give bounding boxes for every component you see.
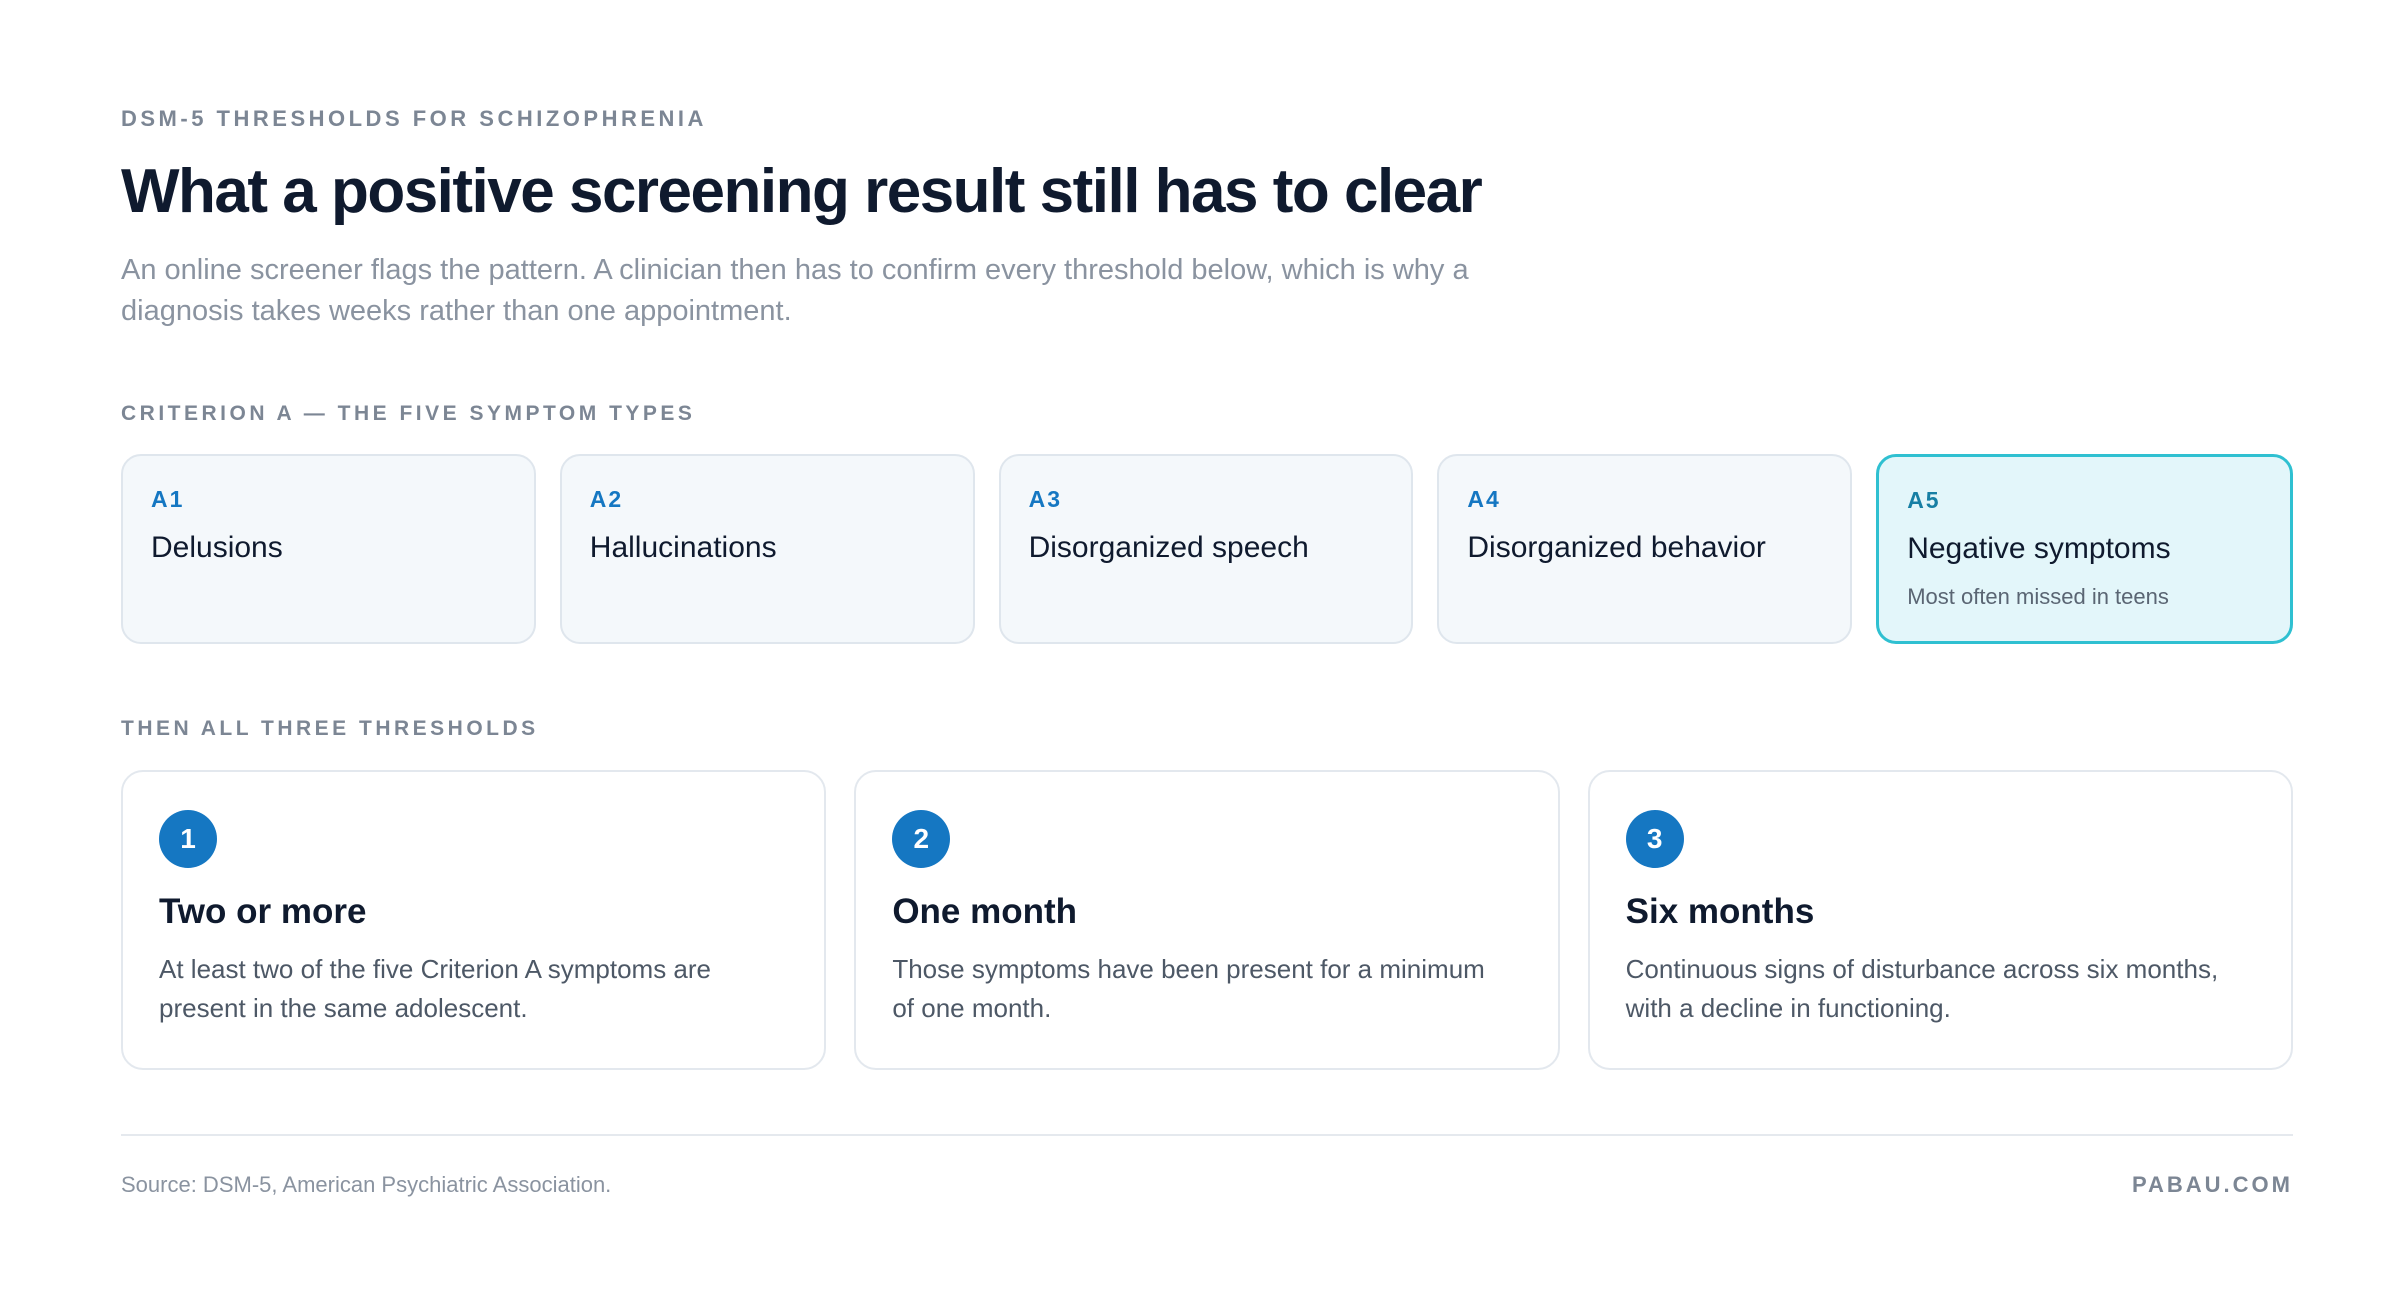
symptom-card-a2: A2 Hallucinations xyxy=(559,454,975,644)
footer-divider xyxy=(121,1134,2293,1136)
threshold-card-3: 3 Six months Continuous signs of disturb… xyxy=(1587,770,2293,1070)
threshold-description: Continuous signs of disturbance across s… xyxy=(1625,954,2219,1023)
source-citation: Source: DSM-5, American Psychiatric Asso… xyxy=(121,1172,612,1197)
threshold-card-1: 1 Two or more At least two of the five C… xyxy=(121,770,827,1070)
symptom-name: Delusions xyxy=(151,531,283,564)
threshold-description: Those symptoms have been present for a m… xyxy=(892,954,1485,1023)
thresholds-label: THEN ALL THREE THRESHOLDS xyxy=(121,717,539,740)
eyebrow-label: DSM-5 THRESHOLDS FOR SCHIZOPHRENIA xyxy=(121,106,707,131)
threshold-heading: One month xyxy=(892,892,1078,931)
page-title: What a positive screening result still h… xyxy=(121,157,1483,226)
symptom-card-a5: A5 Negative symptoms Most often missed i… xyxy=(1876,454,2293,644)
infographic: DSM-5 THRESHOLDS FOR SCHIZOPHRENIA What … xyxy=(121,0,2293,1306)
symptom-code: A3 xyxy=(1028,486,1062,512)
page-subtitle: An online screener flags the pattern. A … xyxy=(121,254,1469,327)
criterion-a-label: CRITERION A — THE FIVE SYMPTOM TYPES xyxy=(121,402,696,425)
symptom-code: A2 xyxy=(589,486,624,512)
threshold-card-2: 2 One month Those symptoms have been pre… xyxy=(854,770,1560,1070)
step-number-badge: 3 xyxy=(1625,810,1684,868)
threshold-heading: Two or more xyxy=(159,892,367,931)
brand-wordmark: PABAU.COM xyxy=(2131,1172,2293,1197)
symptom-card-a4: A4 Disorganized behavior xyxy=(1437,454,1853,644)
threshold-heading: Six months xyxy=(1625,892,1815,931)
symptom-code: A1 xyxy=(151,486,185,512)
symptom-code: A4 xyxy=(1467,486,1501,512)
symptom-name: Negative symptoms xyxy=(1907,532,2171,565)
symptom-code: A5 xyxy=(1907,487,1941,513)
step-number-badge: 1 xyxy=(159,810,217,868)
symptom-note: Most often missed in teens xyxy=(1907,584,2169,609)
symptom-name: Disorganized behavior xyxy=(1467,531,1766,564)
step-number-badge: 2 xyxy=(892,810,951,868)
symptom-name: Hallucinations xyxy=(589,531,777,564)
symptom-card-a3: A3 Disorganized speech xyxy=(998,454,1414,644)
symptom-card-a1: A1 Delusions xyxy=(121,454,536,644)
threshold-description: At least two of the five Criterion A sym… xyxy=(159,954,712,1023)
threshold-card-list: 1 Two or more At least two of the five C… xyxy=(121,770,2293,1070)
symptom-name: Disorganized speech xyxy=(1028,531,1309,564)
symptom-card-list: A1 Delusions A2 Hallucinations A3 Disorg… xyxy=(121,454,2293,644)
